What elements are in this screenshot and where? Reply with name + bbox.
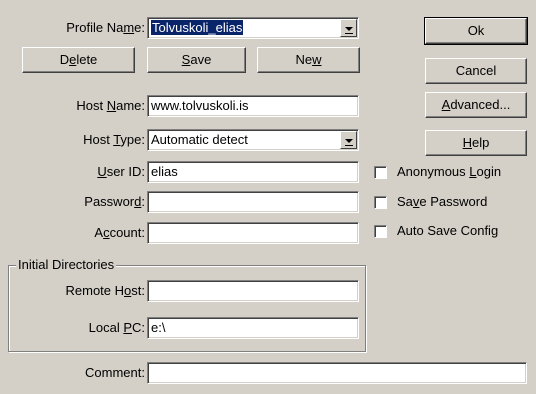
new-button[interactable]: New (257, 47, 360, 73)
initial-directories-title: Initial Directories (16, 257, 117, 272)
auto-save-config-checkbox[interactable] (374, 225, 387, 238)
auto-save-config-label[interactable]: Auto Save Config (397, 223, 498, 239)
profile-name-combo[interactable]: Tolvuskoli_elias (147, 17, 359, 39)
local-pc-label: Local PC: (88, 320, 145, 335)
chevron-down-icon[interactable] (340, 19, 357, 37)
anonymous-login-label[interactable]: Anonymous Login (397, 164, 501, 180)
help-button[interactable]: Help (425, 130, 527, 156)
advanced-button[interactable]: Advanced... (425, 92, 527, 118)
cancel-button[interactable]: Cancel (425, 58, 527, 84)
chevron-down-icon[interactable] (340, 131, 357, 149)
profile-name-label: Profile Name: (66, 20, 145, 35)
save-password-checkbox[interactable] (374, 196, 387, 209)
comment-input[interactable] (147, 362, 527, 384)
account-label: Account: (94, 225, 145, 240)
comment-label: Comment: (85, 365, 145, 380)
password-label: Password: (84, 194, 145, 209)
remote-host-label: Remote Host: (65, 283, 146, 298)
host-type-value: Automatic detect (151, 132, 248, 147)
host-type-select[interactable]: Automatic detect (147, 129, 359, 151)
delete-button[interactable]: Delete (22, 47, 135, 73)
user-id-label: User ID: (97, 164, 145, 179)
save-button[interactable]: Save (147, 47, 246, 73)
profile-name-value: Tolvuskoli_elias (151, 20, 244, 35)
save-password-label[interactable]: Save Password (397, 194, 487, 210)
local-pc-input[interactable]: e:\ (147, 317, 359, 339)
host-name-label: Host Name: (76, 98, 145, 113)
anonymous-login-checkbox[interactable] (374, 166, 387, 179)
remote-host-input[interactable] (147, 280, 359, 302)
host-type-label: Host Type: (83, 132, 145, 147)
password-input[interactable] (147, 191, 359, 213)
user-id-input[interactable]: elias (147, 161, 359, 183)
ok-button[interactable]: Ok (424, 17, 528, 45)
account-input[interactable] (147, 222, 359, 244)
host-name-input[interactable]: www.tolvuskoli.is (147, 95, 359, 117)
